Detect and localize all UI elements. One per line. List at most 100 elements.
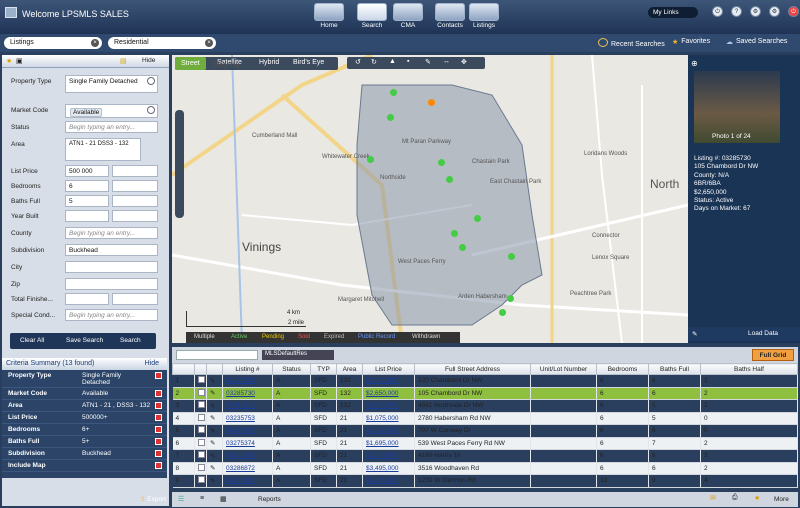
map-tab-birds-eye[interactable]: Bird's Eye	[293, 59, 324, 66]
col-unit[interactable]: Unit/Lot Number	[530, 363, 597, 375]
wrench-icon[interactable]: ✎	[210, 453, 215, 460]
price-cell[interactable]: $2,554,000	[362, 449, 415, 463]
grid-view-icon[interactable]: ▦	[220, 495, 227, 503]
save-search-button[interactable]: Save Search	[66, 337, 103, 344]
lock-icon[interactable]: ▤	[120, 57, 127, 65]
polygon-icon[interactable]: ▲	[389, 58, 396, 65]
listing-link-text[interactable]: 03217097	[226, 427, 255, 434]
checkbox[interactable]	[198, 426, 205, 434]
checkbox[interactable]	[198, 388, 205, 396]
export-button[interactable]: ⇪ Export	[140, 495, 166, 503]
remove-criteria-icon[interactable]	[155, 390, 162, 397]
load-data-button[interactable]: Load Data	[748, 330, 778, 337]
col-baths-full[interactable]: Baths Full	[648, 363, 701, 375]
bedrooms-max-input[interactable]	[112, 180, 158, 192]
listing-photo[interactable]: Photo 1 of 24	[694, 71, 780, 143]
wrench-icon[interactable]: ✎	[210, 478, 215, 485]
zoom-icon[interactable]: ⊕	[691, 59, 698, 68]
nav-listings-button[interactable]: Listings	[462, 3, 506, 33]
table-row[interactable]: 8 ✎ 03286872 A SFD 21 $3,495,000 3516 Woodhaven…	[172, 462, 798, 475]
price-cell-text[interactable]: $3,495,000	[366, 465, 399, 472]
settings-icon[interactable]: ⚙	[750, 6, 761, 17]
close-icon[interactable]: ⏻	[788, 6, 799, 17]
search-button[interactable]: Search	[120, 337, 141, 344]
listing-marker[interactable]	[451, 230, 458, 237]
checkbox[interactable]	[198, 476, 205, 484]
col-address[interactable]: Full Street Address	[414, 363, 531, 375]
col-status[interactable]: Status	[272, 363, 311, 375]
close-icon[interactable]: ×	[205, 39, 213, 47]
price-cell-text[interactable]: $3,900,000	[366, 402, 399, 409]
price-cell-text[interactable]: $2,650,000	[366, 390, 399, 397]
remove-criteria-icon[interactable]	[155, 402, 162, 409]
listing-marker[interactable]	[459, 244, 466, 251]
map-view[interactable]: Street Satellite Hybrid Bird's Eye ↺ ↻ ▲…	[172, 55, 688, 343]
listing-marker[interactable]	[367, 156, 374, 163]
col-list-price[interactable]: List Price	[362, 363, 415, 375]
remove-criteria-icon[interactable]	[155, 414, 162, 421]
col-listing[interactable]: Listing #	[222, 363, 273, 375]
checkbox[interactable]	[198, 401, 205, 409]
wrench-icon[interactable]: ✎	[210, 403, 215, 410]
checkbox[interactable]	[198, 376, 205, 384]
zip-input[interactable]	[65, 278, 158, 290]
price-cell[interactable]: $1,075,000	[362, 412, 415, 425]
listing-link-text[interactable]: 03263061	[226, 477, 255, 484]
price-cell[interactable]: $1,695,000	[362, 437, 415, 450]
price-cell-text[interactable]: $3,950,000	[366, 477, 399, 484]
nav-home-button[interactable]: Home	[307, 3, 351, 33]
col-baths-half[interactable]: Baths Half	[700, 363, 798, 375]
table-row[interactable]: 2 ✎ 03285730 A SFD 132 $2,650,000 105 Chambord …	[172, 387, 798, 400]
full-grid-button[interactable]: Full Grid	[752, 349, 794, 361]
wrench-icon[interactable]: ✎	[210, 465, 215, 472]
table-row[interactable]: 6 ✎ 03275374 A SFD 21 $1,695,000 539 West Paces…	[172, 437, 798, 450]
favorites-link[interactable]: ★ Favorites	[672, 38, 710, 47]
wrench-icon[interactable]: ✎	[210, 415, 215, 422]
view-select[interactable]: MLSDefaultRes	[262, 350, 334, 360]
listing-link[interactable]: 03235753	[222, 412, 273, 425]
close-icon[interactable]: ×	[91, 39, 99, 47]
print-icon[interactable]: ⎙	[732, 494, 738, 502]
table-row[interactable]: 3 ✎ 03012812 A SFD 132 $3,900,000 4561 Northsid…	[172, 399, 798, 413]
recent-searches-link[interactable]: Recent Searches	[598, 38, 665, 48]
search-icon[interactable]	[147, 77, 155, 85]
price-cell-text[interactable]: $1,390,000	[366, 427, 399, 434]
hide-button[interactable]: Hide	[142, 57, 155, 64]
total-finished-max-input[interactable]	[112, 293, 158, 305]
list-price-min-input[interactable]: 500 000	[65, 165, 109, 177]
listing-marker[interactable]	[446, 176, 453, 183]
resize-icon[interactable]: ↔	[443, 58, 450, 65]
checkbox[interactable]	[198, 463, 205, 471]
listing-link[interactable]: 03285730	[222, 387, 273, 400]
table-row[interactable]: 5 ✎ 03217097 A SFD 21 $1,390,000 707 W Conway D…	[172, 424, 798, 438]
table-row[interactable]: 7 ✎ 03223163 A SFD 21 $2,554,000 4160 Harris Tr…	[172, 449, 798, 463]
remove-criteria-icon[interactable]	[155, 462, 162, 469]
zoom-slider[interactable]	[175, 110, 184, 218]
price-cell[interactable]: $3,900,000	[362, 399, 415, 413]
rotate-right-icon[interactable]: ↻	[371, 58, 377, 66]
price-cell[interactable]: $3,495,000	[362, 462, 415, 475]
map-tab-street[interactable]: Street	[175, 57, 206, 70]
my-links-dropdown[interactable]: My Links	[648, 7, 698, 18]
price-cell[interactable]: $3,950,000	[362, 474, 415, 488]
checkbox[interactable]	[198, 451, 205, 459]
city-input[interactable]	[65, 261, 158, 273]
listing-link-text[interactable]: 03223163	[226, 452, 255, 459]
subdivision-input[interactable]: Buckhead	[65, 244, 158, 256]
bedrooms-min-input[interactable]: 6	[65, 180, 109, 192]
star-icon[interactable]: ★	[754, 494, 760, 502]
price-cell-text[interactable]: $2,400,000	[366, 377, 399, 384]
listing-marker[interactable]	[387, 114, 394, 121]
col-area[interactable]: Area	[336, 363, 363, 375]
criteria-hide-button[interactable]: Hide	[145, 360, 159, 367]
listing-marker[interactable]	[507, 295, 514, 302]
wrench-icon[interactable]: ✎	[210, 378, 215, 385]
price-cell-text[interactable]: $2,554,000	[366, 452, 399, 459]
remove-criteria-icon[interactable]	[155, 426, 162, 433]
wrench-icon[interactable]: ✎	[210, 428, 215, 435]
table-row[interactable]: 4 ✎ 03235753 A SFD 21 $1,075,000 2780 Habersham…	[172, 412, 798, 425]
pencil-icon[interactable]: ✎	[425, 58, 431, 66]
county-input[interactable]: Begin typing an entry...	[65, 227, 158, 239]
help-icon[interactable]: ?	[731, 6, 742, 17]
price-cell[interactable]: $2,400,000	[362, 374, 415, 388]
